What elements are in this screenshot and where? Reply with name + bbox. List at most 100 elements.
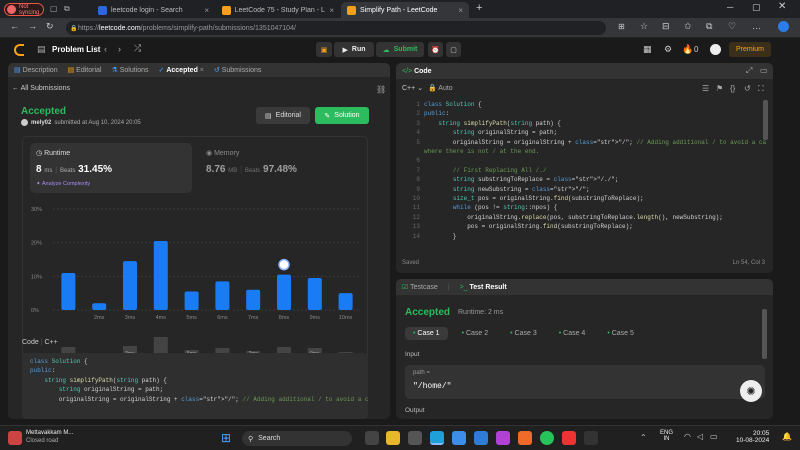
layout-icon[interactable]: ▦ — [643, 44, 652, 55]
chart-bar[interactable] — [307, 278, 322, 310]
url-field[interactable]: 🔒 https://leetcode.com/problems/simplify… — [66, 21, 606, 35]
code-editor[interactable]: class Solution {public: string simplifyP… — [424, 100, 766, 250]
leetcode-logo-icon[interactable] — [14, 44, 24, 56]
chart-bar[interactable] — [123, 261, 137, 310]
split-icon[interactable]: ⊟ — [662, 21, 670, 32]
tab-actions-icon[interactable]: ▢ — [50, 4, 58, 13]
extensions-icon[interactable]: ♡ — [728, 21, 736, 32]
favorites-icon[interactable]: ✩ — [684, 21, 692, 32]
notes-icon[interactable]: ▢ — [446, 42, 461, 57]
shuffle-icon[interactable]: ⤮ — [134, 43, 141, 54]
chart-bar[interactable] — [215, 281, 230, 310]
tab-code[interactable]: </> Code — [402, 68, 432, 75]
problem-list-link[interactable]: Problem List — [52, 45, 100, 54]
weather-title[interactable]: Mettavakkam M... — [26, 430, 73, 436]
close-icon[interactable]: × — [200, 67, 204, 74]
chart-bar[interactable] — [92, 303, 107, 310]
volume-icon[interactable]: ◁ — [697, 432, 703, 441]
tab-accepted[interactable]: ✓ Accepted × — [159, 66, 204, 74]
memory-box[interactable]: ◉ Memory 8.76 MB | Beats 97.48% — [200, 143, 360, 193]
case-tab-1[interactable]: • Case 1 — [405, 327, 448, 340]
run-button[interactable]: ▶ Run — [334, 42, 374, 57]
close-window-icon[interactable]: ✕ — [778, 1, 786, 12]
workspaces-icon[interactable]: ⧉ — [64, 4, 70, 14]
case-tab-3[interactable]: • Case 3 — [502, 327, 545, 340]
submit-button[interactable]: ☁ Submit — [376, 42, 424, 57]
result-scrollbar[interactable] — [762, 309, 767, 359]
runtime-box[interactable]: ◷ Runtime 8 ms | Beats 31.45% ✦ Analyze … — [30, 143, 192, 193]
chart-bar[interactable] — [277, 274, 291, 310]
list-icon[interactable]: ▤ — [37, 44, 46, 55]
new-tab-icon[interactable]: + — [476, 2, 482, 14]
chart-bar[interactable] — [153, 240, 168, 310]
weather-icon[interactable] — [8, 431, 22, 445]
close-icon[interactable]: × — [329, 6, 334, 15]
store-icon[interactable] — [452, 431, 466, 445]
case-tab-4[interactable]: • Case 4 — [551, 327, 594, 340]
tab-description[interactable]: ▤ Description — [14, 66, 58, 74]
profile-button[interactable]: Not syncing — [4, 3, 44, 16]
format-icon[interactable]: ☰ — [702, 84, 709, 93]
close-icon[interactable]: × — [458, 6, 463, 15]
prev-problem-icon[interactable]: ‹ — [104, 44, 107, 54]
case-tab-2[interactable]: • Case 2 — [454, 327, 497, 340]
next-problem-icon[interactable]: › — [118, 44, 121, 54]
forward-icon[interactable]: → — [28, 21, 37, 31]
tab-solutions[interactable]: ⚗ Solutions — [111, 66, 148, 74]
tab-study-plan[interactable]: LeetCode 75 - Study Plan - Leet × — [216, 2, 340, 18]
collections-icon[interactable]: ⧉ — [706, 21, 712, 32]
taskbar-search[interactable]: ⚲ Search — [242, 431, 352, 446]
more-icon[interactable]: … — [752, 21, 761, 31]
reload-icon[interactable]: ↻ — [46, 21, 54, 32]
vscode-icon[interactable] — [474, 431, 488, 445]
editorial-button[interactable]: ▤ Editorial — [256, 107, 310, 124]
maximize-icon[interactable]: ▢ — [752, 2, 761, 13]
clock[interactable]: 20:05 10-08-2024 — [736, 430, 769, 444]
battery-icon[interactable]: ▭ — [710, 432, 718, 441]
fullscreen-icon[interactable]: ⛶ — [758, 84, 764, 94]
whatsapp-icon[interactable] — [540, 431, 554, 445]
tab-editorial[interactable]: ▤ Editorial — [68, 66, 102, 74]
timer-icon[interactable]: ⏰ — [428, 42, 443, 57]
file-explorer-icon[interactable] — [386, 431, 400, 445]
case-tab-5[interactable]: • Case 5 — [599, 327, 642, 340]
media-icon[interactable] — [562, 431, 576, 445]
premium-button[interactable]: Premium — [729, 42, 771, 57]
chart-bar[interactable] — [184, 291, 199, 310]
chart-bar[interactable] — [246, 289, 261, 310]
copilot-icon[interactable] — [778, 21, 789, 32]
tray-chevron-icon[interactable]: ⌃ — [640, 433, 647, 442]
tab-simplify-path[interactable]: Simplify Path - LeetCode × — [341, 2, 469, 18]
app-icon[interactable] — [496, 431, 510, 445]
tab-testcase[interactable]: ☑ Testcase — [402, 283, 438, 291]
tab-test-result[interactable]: >_ Test Result — [460, 284, 507, 291]
windows-start-icon[interactable]: ⊞ — [221, 431, 231, 445]
reset-icon[interactable]: ↺ — [744, 84, 751, 93]
avatar[interactable] — [710, 44, 721, 55]
auto-mode[interactable]: 🔒 Auto — [428, 84, 453, 92]
collapse-icon[interactable]: ▭ — [760, 66, 768, 75]
language-select[interactable]: C++ ⌄ — [402, 84, 423, 92]
analyze-complexity-link[interactable]: ✦ Analyze Complexity — [36, 181, 90, 187]
notifications-icon[interactable]: 🔔 — [782, 432, 792, 441]
task-view-icon[interactable] — [365, 431, 379, 445]
tab-submissions[interactable]: ↺ Submissions — [214, 66, 262, 74]
language-indicator[interactable]: ENG IN — [660, 430, 673, 442]
browser-icon[interactable] — [518, 431, 532, 445]
expand-icon[interactable]: ⤢ — [746, 66, 752, 76]
tools-icon[interactable] — [584, 431, 598, 445]
star-icon[interactable]: ☆ — [640, 21, 648, 32]
wifi-icon[interactable]: ◠ — [684, 432, 691, 441]
all-submissions-link[interactable]: ← All Submissions — [12, 85, 70, 92]
chart-bar[interactable] — [61, 272, 76, 310]
chart-bar[interactable] — [338, 293, 353, 310]
close-icon[interactable]: × — [204, 6, 209, 15]
solution-button[interactable]: ✎ Solution — [315, 107, 369, 124]
terminal-icon[interactable] — [408, 431, 422, 445]
minimize-icon[interactable]: ─ — [727, 2, 733, 12]
editor-scrollbar[interactable] — [763, 100, 768, 140]
bookmark-icon[interactable]: ⚑ — [716, 84, 723, 93]
debug-icon[interactable]: ▣ — [316, 42, 332, 57]
avatar[interactable] — [21, 119, 28, 126]
braces-icon[interactable]: {} — [730, 84, 735, 93]
